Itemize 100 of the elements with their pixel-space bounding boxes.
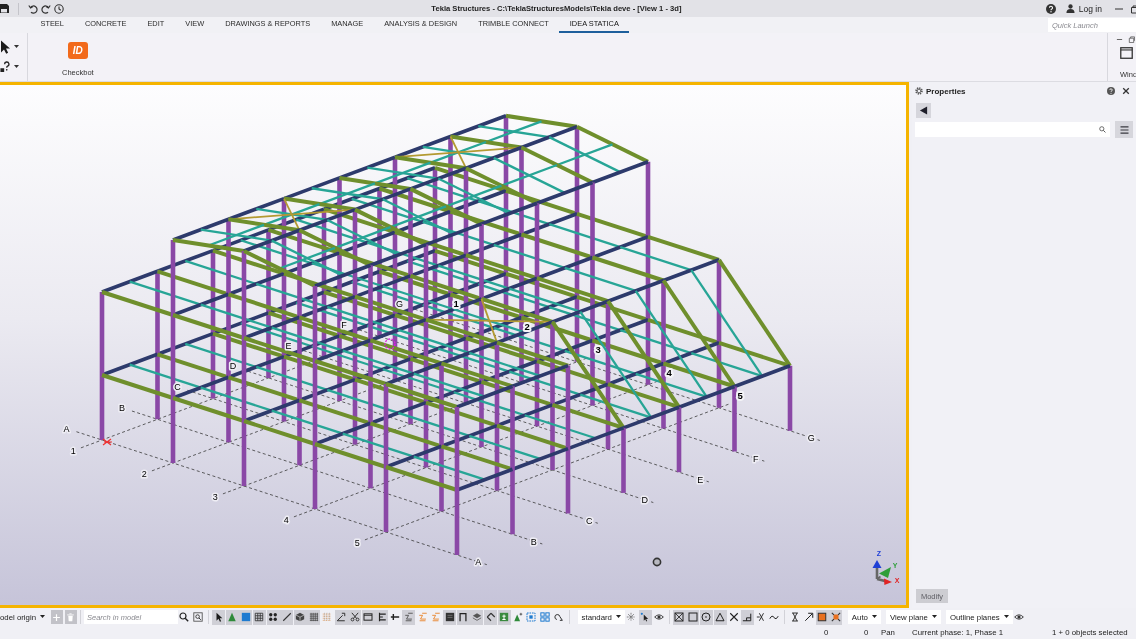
dashed-square-icon xyxy=(526,612,537,622)
square-question-icon xyxy=(0,60,10,74)
window-icon xyxy=(1120,47,1133,59)
filled-square-icon xyxy=(444,612,455,622)
grid-label: C xyxy=(586,516,593,526)
grid-label: D xyxy=(229,361,237,372)
grid-label: 3 xyxy=(595,344,601,356)
toggle-button[interactable] xyxy=(361,609,375,625)
toggle-button[interactable] xyxy=(402,609,416,625)
grid-label: 1 xyxy=(70,445,76,456)
grid-label: D xyxy=(641,495,649,506)
help-icon[interactable] xyxy=(1045,3,1056,14)
grid-label: F xyxy=(341,320,347,330)
redo-icon[interactable] xyxy=(41,3,51,14)
toggle-button[interactable] xyxy=(334,609,348,625)
square-icon xyxy=(240,612,251,622)
zigzag-icon xyxy=(431,612,442,622)
toggle-button[interactable] xyxy=(470,609,484,625)
pointer-dots-icon xyxy=(640,612,651,622)
log-in-button[interactable]: Log in xyxy=(1065,3,1102,14)
grid-label: G xyxy=(807,433,815,444)
caret-icon xyxy=(14,65,19,69)
toggle-button[interactable] xyxy=(538,609,552,625)
caret-icon xyxy=(14,45,19,49)
triangle-left-icon xyxy=(919,106,928,115)
zoom-button[interactable] xyxy=(191,609,205,625)
toggle-button[interactable] xyxy=(815,609,829,625)
grid-label: E xyxy=(697,474,704,485)
back-button[interactable] xyxy=(916,103,931,118)
square-outline-icon xyxy=(687,612,698,622)
toggle-button[interactable] xyxy=(456,609,470,625)
grid-label: 4 xyxy=(666,367,672,379)
grid-label: B xyxy=(530,536,537,547)
asterisk-icon xyxy=(626,612,637,622)
window-frame-icon xyxy=(363,612,374,622)
toggle-button[interactable] xyxy=(484,609,498,625)
search-icon xyxy=(179,612,190,622)
toggle-button[interactable] xyxy=(280,609,294,625)
search-icon xyxy=(1099,126,1106,133)
toggle-button[interactable] xyxy=(672,609,686,625)
toggle-button[interactable] xyxy=(699,609,713,625)
toggle-button[interactable] xyxy=(348,609,362,625)
trash-icon xyxy=(66,612,76,622)
four-squares-icon xyxy=(539,612,550,622)
dots-icon xyxy=(268,612,279,622)
grid-label: A xyxy=(475,557,482,568)
grid-label: 2 xyxy=(524,321,530,333)
toggle-button[interactable] xyxy=(266,609,280,625)
toggle-button[interactable] xyxy=(740,609,754,625)
cross-line-icon xyxy=(755,612,766,622)
figure-tile-icon xyxy=(499,612,510,622)
minimize-icon[interactable] xyxy=(1116,36,1123,43)
zoom-box-icon xyxy=(193,612,204,622)
hourglass-icon xyxy=(790,612,800,622)
cursor-icon xyxy=(0,40,10,54)
menu-button[interactable] xyxy=(1115,121,1133,138)
menu-icon xyxy=(1119,125,1129,134)
arrow-icon xyxy=(803,612,814,622)
toggle-button[interactable] xyxy=(638,609,652,625)
panel-title: Properties xyxy=(926,86,966,96)
restore-icon[interactable] xyxy=(1130,3,1136,14)
toggle-button[interactable] xyxy=(713,609,727,625)
origin-marker-icon xyxy=(102,438,113,446)
corner-icon xyxy=(742,612,753,622)
triangle-star-icon xyxy=(512,612,523,622)
triangle-icon xyxy=(227,612,238,622)
grid-label: 1 xyxy=(453,298,459,310)
grid-label: F xyxy=(753,453,759,464)
toggle-button[interactable] xyxy=(239,609,253,625)
corners-square-icon xyxy=(830,612,841,622)
toggle-button[interactable] xyxy=(497,609,511,625)
grid-label: A xyxy=(63,423,70,434)
eye-icon xyxy=(653,612,664,622)
close-icon[interactable] xyxy=(1122,87,1130,95)
toggle-button[interactable] xyxy=(225,609,239,625)
toggle-button[interactable] xyxy=(293,609,307,625)
gear-icon xyxy=(915,87,923,95)
bracket-icon xyxy=(376,612,387,622)
caret-icon xyxy=(931,615,937,619)
caret-icon xyxy=(615,615,621,619)
layers-icon xyxy=(471,612,482,622)
history-icon[interactable] xyxy=(54,3,64,14)
help-icon[interactable] xyxy=(1107,87,1115,95)
toggle-button[interactable] xyxy=(212,609,226,625)
arch-icon xyxy=(458,612,469,622)
caret-icon xyxy=(871,615,877,619)
user-icon xyxy=(1065,4,1075,13)
toggle-button[interactable] xyxy=(307,609,321,625)
grid-label: E xyxy=(285,340,292,351)
pivot-marker-icon xyxy=(652,557,662,567)
toggle-button[interactable] xyxy=(686,609,700,625)
cube-icon xyxy=(295,612,306,622)
search-field[interactable] xyxy=(915,122,1110,137)
toggle-button[interactable] xyxy=(829,609,843,625)
caret-icon xyxy=(40,615,45,619)
toggle-button[interactable] xyxy=(252,609,266,625)
toggle-button[interactable] xyxy=(375,609,389,625)
toggle-button[interactable] xyxy=(443,609,457,625)
toggle-button[interactable] xyxy=(524,609,538,625)
undo-icon[interactable] xyxy=(28,3,38,14)
